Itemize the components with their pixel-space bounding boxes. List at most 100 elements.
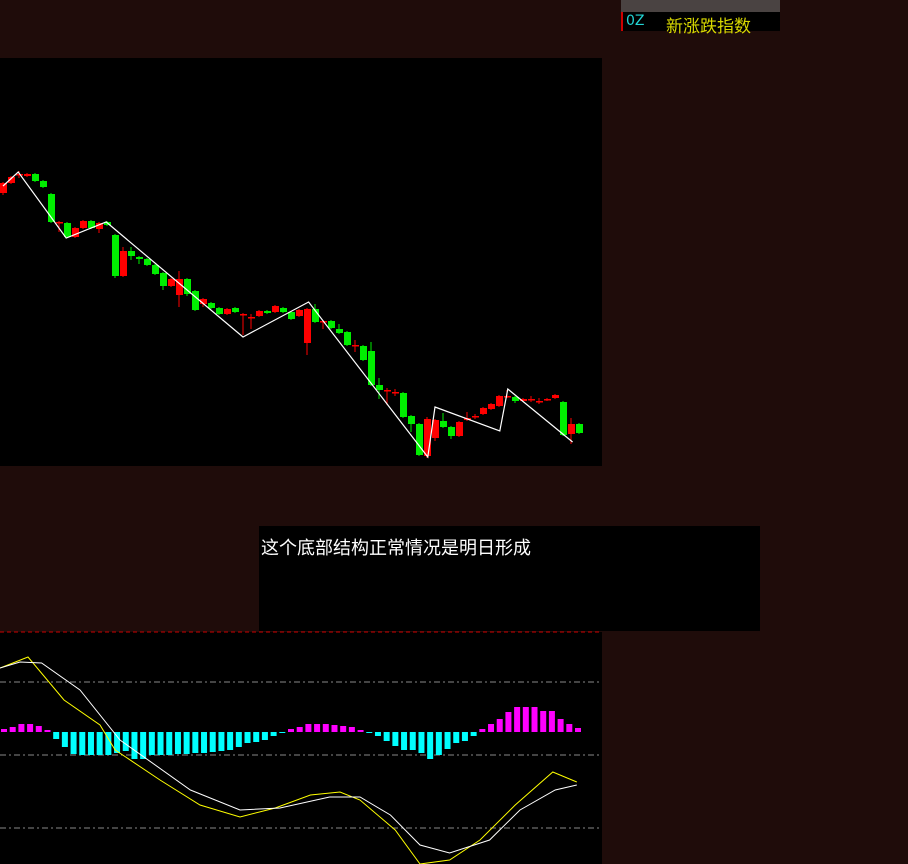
candle-body [504,396,511,398]
macd-histogram-bar [340,726,347,732]
macd-histogram-bar [470,732,477,736]
candle-body [544,399,551,401]
macd-histogram-bar [9,727,16,732]
macd-histogram-bar [253,732,260,742]
macd-histogram-bar [227,732,234,750]
candle-body [336,329,343,333]
candle-body [120,251,127,276]
candle-body [64,223,71,237]
macd-histogram-bar [148,732,155,755]
macd-histogram-bar [540,711,547,732]
macd-histogram-bar [35,726,42,732]
candle-body [296,310,303,316]
candle-body [224,309,231,314]
macd-histogram-bar [461,732,468,741]
candle-body [576,424,583,433]
macd-histogram-bar [479,729,486,732]
macd-histogram-bar [322,724,329,732]
candle-body [248,317,255,319]
macd-histogram-bar [514,707,521,732]
macd-histogram-bar [87,732,94,755]
macd-dif-line [0,656,577,864]
macd-histogram-bar [122,732,129,751]
candle-body [112,235,119,276]
candle-body [424,419,431,456]
candle-body [568,424,575,434]
macd-histogram-bar [53,732,60,739]
candle-body [496,396,503,406]
macd-histogram-bar [418,732,425,753]
candle-body [128,251,135,256]
macd-histogram-bar [209,732,216,752]
macd-histogram-bar [288,729,294,732]
candle-body [472,416,479,418]
candle-body [168,279,175,286]
macd-histogram-bar [314,724,321,732]
macd-histogram-bar [522,707,529,732]
macd-histogram-bar [531,707,538,732]
macd-histogram-bar [305,724,312,732]
candle-body [488,404,495,409]
candle-body [408,416,415,424]
macd-histogram-bar [1,729,7,732]
candle-body [152,265,159,274]
candle-body [272,306,279,312]
candle-body [384,390,391,392]
macd-histogram-bar [374,732,381,736]
macd-histogram-bar [383,732,390,741]
chart-canvas [0,171,602,864]
index-name: 新涨跌指数 [666,17,751,37]
macd-histogram-bar [166,732,173,755]
candle-body [480,408,487,414]
macd-histogram-bar [27,724,34,732]
macd-histogram-bar [183,732,190,754]
macd-histogram-bar [131,732,138,759]
macd-histogram-bar [61,732,68,747]
candle-body [0,183,7,193]
macd-histogram-bar [444,732,451,749]
macd-histogram-bar [557,719,564,732]
macd-histogram-bar [401,732,408,750]
macd-histogram-bar [96,732,103,755]
macd-histogram-bar [244,732,251,743]
macd-histogram-bar [357,730,364,732]
macd-histogram-bar [270,732,277,736]
candle-body [456,422,463,436]
macd-histogram-bar [44,730,51,732]
candle-body [144,259,151,265]
index-header-bar [621,0,780,12]
macd-histogram-bar [496,719,503,732]
macd-histogram-bar [409,732,416,750]
macd-histogram-bar [261,732,268,740]
zigzag-line [2,171,573,459]
macd-histogram-bar [392,732,399,746]
candle-body [240,314,247,316]
macd-histogram-bar [235,732,242,747]
candle-body [344,332,351,345]
macd-histogram-bar [296,727,303,732]
macd-histogram-bar [566,724,573,732]
macd-histogram-bar [548,711,555,732]
macd-histogram-bar [575,728,581,732]
candle-body [448,427,455,436]
macd-histogram-bar [70,732,77,754]
macd-histogram-bar [505,712,512,732]
candle-body [24,174,31,176]
candle-body [560,402,567,435]
annotation-box[interactable]: 这个底部结构正常情况是明日形成 [259,526,760,631]
candle-body [304,309,311,343]
macd-histogram-bar [79,732,86,755]
candle-body [552,395,559,398]
candle-body [32,174,39,181]
macd-histogram-bar [192,732,199,753]
candle-body [40,181,47,187]
candle-body [400,393,407,417]
candle-body [440,421,447,427]
candle-body [160,273,167,286]
index-selector[interactable]: 0Z 新涨跌指数 [621,12,780,37]
candle-body [280,308,287,312]
index-code: 0Z [626,13,645,29]
macd-histogram-bar [453,732,460,743]
macd-histogram-bar [331,725,338,732]
candle-body [264,311,271,313]
